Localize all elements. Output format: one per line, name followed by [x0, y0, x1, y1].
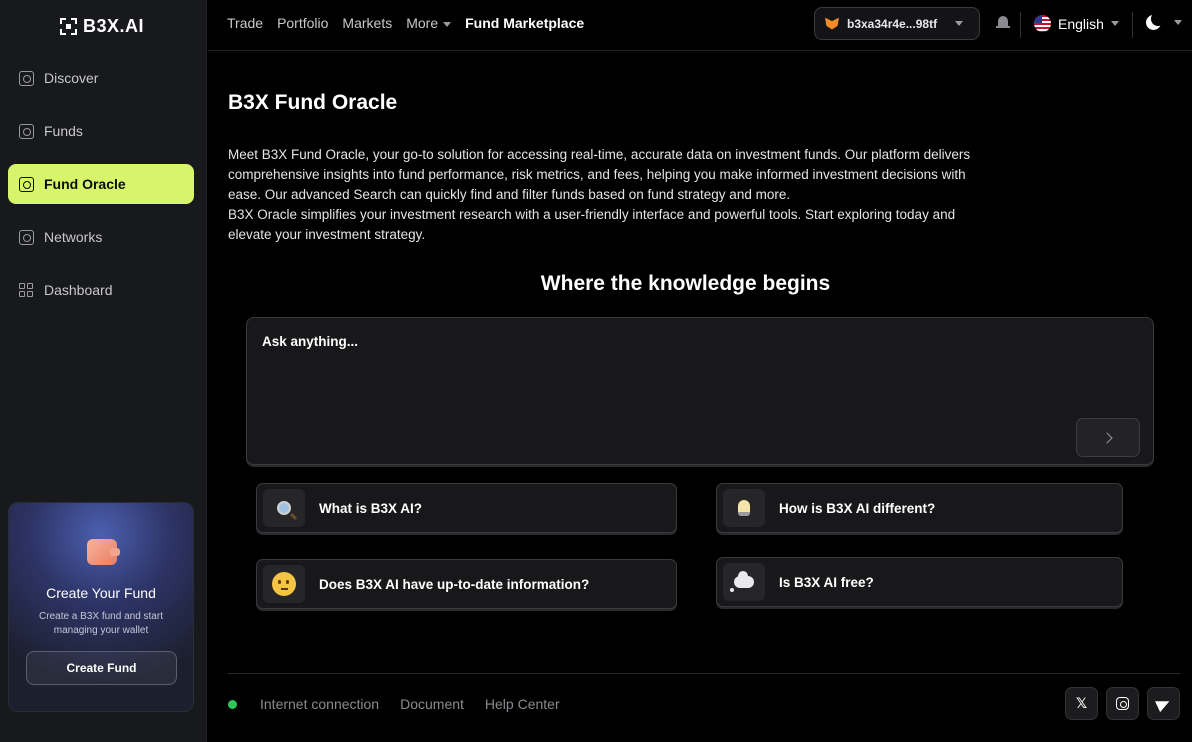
sidebar-item-discover[interactable]: Discover	[8, 58, 194, 98]
footer-link-help-center[interactable]: Help Center	[485, 696, 560, 712]
status-dot-icon	[228, 699, 237, 709]
thinking-face-emoji-icon	[263, 565, 305, 603]
sidebar-item-label: Fund Oracle	[44, 176, 126, 192]
create-fund-card: Create Your Fund Create a B3X fund and s…	[8, 502, 194, 712]
nav-trade[interactable]: Trade	[227, 15, 263, 31]
promo-description: Create a B3X fund and start managing you…	[39, 611, 163, 636]
top-nav: Trade Portfolio Markets More Fund Market…	[227, 15, 584, 31]
sidebar: B3X.AI Discover Funds Fund Oracle Networ…	[0, 0, 207, 742]
footer: Internet connection Document Help Center…	[228, 673, 1180, 733]
page-title: B3X Fund Oracle	[228, 91, 398, 114]
language-selector[interactable]: English	[1034, 15, 1119, 32]
chevron-down-icon	[443, 21, 452, 27]
divider	[1132, 12, 1133, 38]
connection-status: Internet connection	[260, 696, 380, 712]
metamask-fox-icon	[825, 17, 839, 30]
sidebar-item-label: Funds	[44, 123, 83, 139]
nav-markets[interactable]: Markets	[342, 15, 392, 31]
nav-portfolio[interactable]: Portfolio	[277, 15, 328, 31]
sidebar-item-label: Discover	[44, 70, 99, 86]
brand-name: B3X.AI	[83, 16, 145, 36]
suggested-question[interactable]: What is B3X AI?	[256, 483, 677, 533]
wallet-icon	[87, 539, 120, 565]
sidebar-item-label: Networks	[44, 229, 103, 245]
sidebar-item-label: Dashboard	[44, 282, 113, 298]
suggested-question[interactable]: How is B3X AI different?	[716, 483, 1123, 533]
bell-icon[interactable]	[996, 15, 1010, 31]
moon-icon[interactable]	[1146, 12, 1165, 30]
chevron-right-icon	[1100, 431, 1113, 444]
intro-text: Meet B3X Fund Oracle, your go-to solutio…	[228, 145, 978, 245]
hero-heading: Where the knowledge begins	[540, 272, 831, 295]
chevron-down-icon	[955, 21, 964, 26]
discover-icon	[19, 70, 34, 86]
promo-title: Create Your Fund	[46, 585, 156, 601]
wallet-address: b3xa34r4e...98tf	[847, 16, 938, 31]
suggested-question[interactable]: Is B3X AI free?	[716, 557, 1123, 607]
wallet-selector[interactable]: b3xa34r4e...98tf	[814, 7, 980, 40]
networks-icon	[19, 229, 34, 245]
logo-mark-icon	[60, 18, 77, 35]
footer-links: Internet connection Document Help Center	[228, 696, 560, 712]
globe-icon	[19, 176, 34, 192]
sidebar-item-funds[interactable]: Funds	[8, 111, 194, 151]
sidebar-nav: Discover Funds Fund Oracle Networks Dash…	[8, 58, 194, 323]
create-fund-button[interactable]: Create Fund	[26, 651, 177, 685]
dashboard-grid-icon	[19, 282, 34, 298]
sidebar-item-dashboard[interactable]: Dashboard	[8, 270, 194, 310]
thought-balloon-emoji-icon	[723, 563, 765, 601]
sidebar-item-fund-oracle[interactable]: Fund Oracle	[8, 164, 194, 204]
us-flag-icon	[1034, 15, 1051, 32]
funds-icon	[19, 123, 34, 139]
x-icon[interactable]: 𝕏	[1065, 687, 1098, 720]
suggested-question[interactable]: Does B3X AI have up-to-date information?	[256, 559, 677, 609]
instagram-icon[interactable]	[1106, 687, 1139, 720]
top-bar: Trade Portfolio Markets More Fund Market…	[208, 0, 1192, 51]
send-button[interactable]	[1076, 418, 1140, 457]
lightbulb-emoji-icon	[723, 489, 765, 527]
brand-logo[interactable]: B3X.AI	[60, 16, 144, 37]
nav-more[interactable]: More	[406, 15, 452, 31]
question-label: What is B3X AI?	[319, 500, 423, 516]
intro-paragraph: Meet B3X Fund Oracle, your go-to solutio…	[228, 147, 971, 202]
ask-input[interactable]	[262, 334, 1082, 349]
chevron-down-icon	[1110, 21, 1119, 26]
question-label: Does B3X AI have up-to-date information?	[319, 576, 590, 592]
ask-box	[246, 317, 1154, 465]
sidebar-item-networks[interactable]: Networks	[8, 217, 194, 257]
nav-fund-marketplace[interactable]: Fund Marketplace	[465, 15, 584, 31]
divider	[1020, 12, 1021, 38]
chevron-down-icon[interactable]	[1174, 20, 1182, 25]
question-label: How is B3X AI different?	[779, 500, 936, 516]
social-links: 𝕏	[1065, 687, 1180, 720]
footer-link-document[interactable]: Document	[400, 696, 464, 712]
app-root: B3X.AI Discover Funds Fund Oracle Networ…	[0, 0, 1192, 742]
intro-paragraph: B3X Oracle simplifies your investment re…	[228, 207, 956, 242]
question-label: Is B3X AI free?	[779, 574, 874, 590]
language-label: English	[1058, 15, 1104, 32]
magnifier-emoji-icon	[263, 489, 305, 527]
telegram-icon[interactable]	[1147, 687, 1180, 720]
nav-more-label: More	[406, 15, 439, 31]
